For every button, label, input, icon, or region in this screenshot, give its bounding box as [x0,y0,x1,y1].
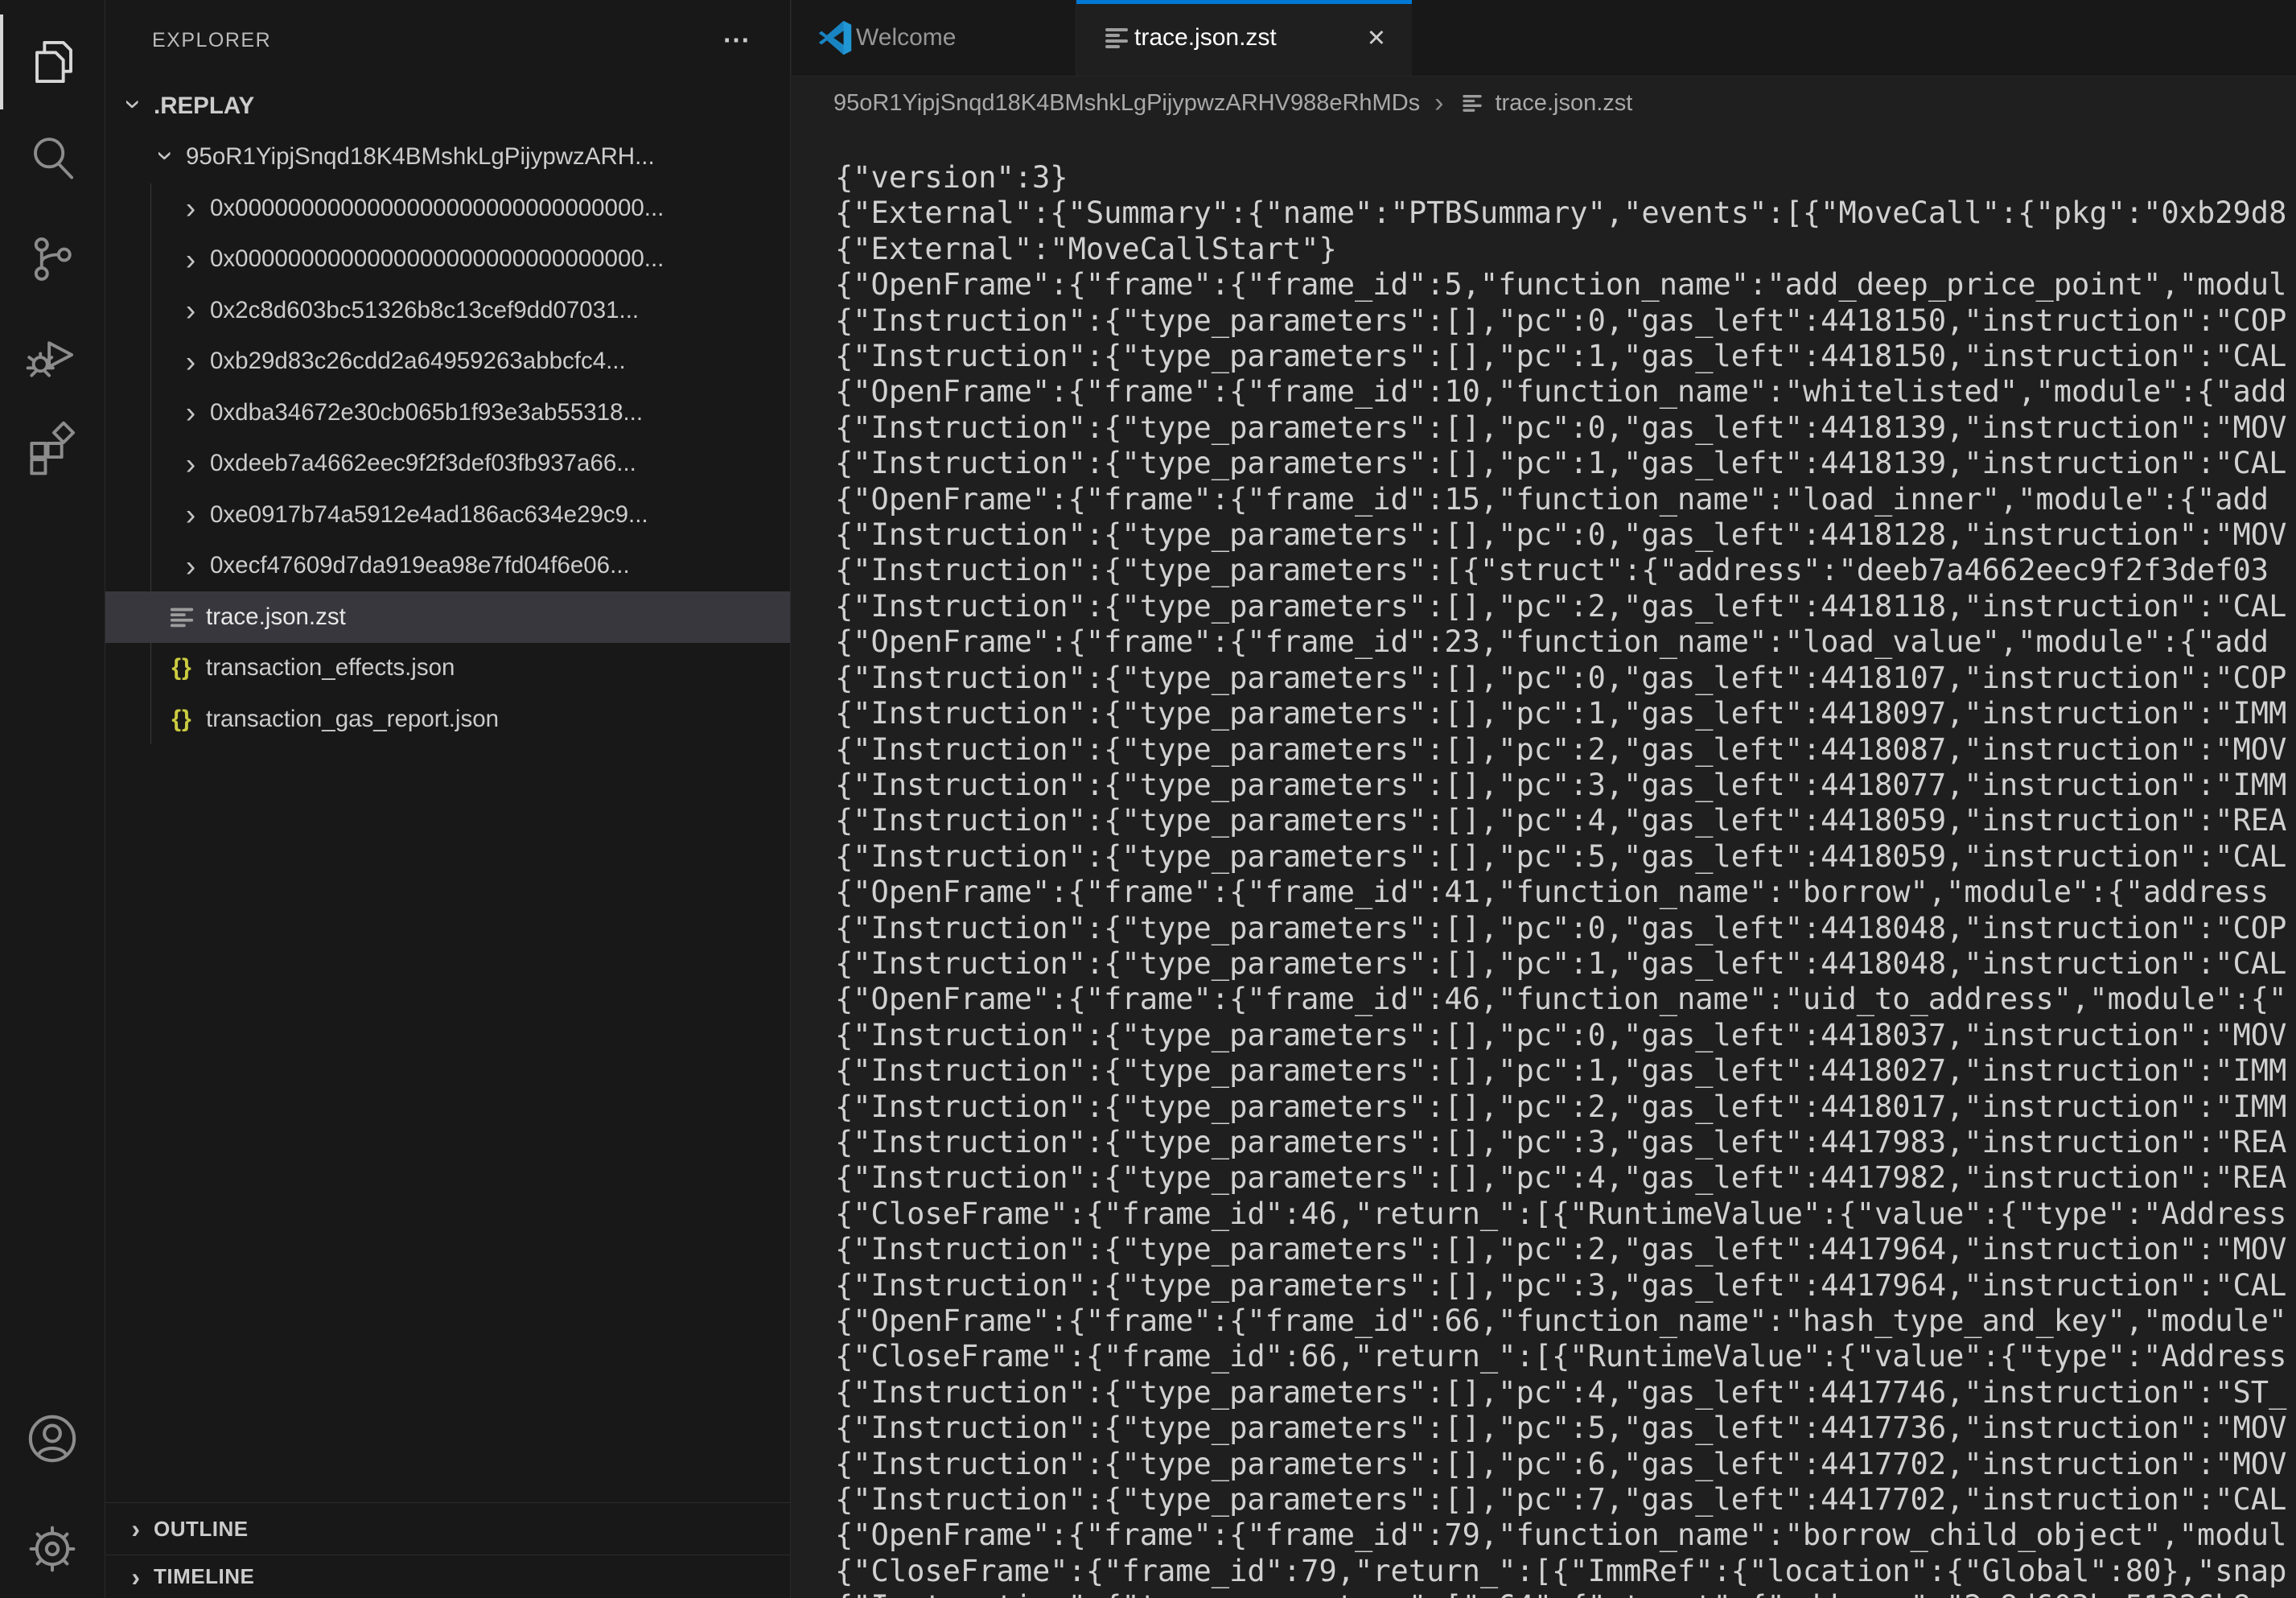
tree-folder--replay[interactable]: ›.REPLAY [105,80,790,132]
tree-item-label: trace.json.zst [206,603,346,631]
chevron-right-icon: › [181,551,200,581]
tree-file-transaction-gas-report-json[interactable]: {} transaction_gas_report.json [105,694,790,745]
chevron-right-icon: › [181,397,200,427]
tree-folder-0xecf47609d7da919ea98e7fd04f6e06-[interactable]: › 0xecf47609d7da919ea98e7fd04f6e06... [105,541,790,592]
code-text: {"version":3} {"External":{"Summary":{"n… [792,130,2296,1598]
editor-content[interactable]: {"version":3} {"External":{"Summary":{"n… [792,130,2296,1598]
explorer-title: EXPLORER [152,29,271,52]
sidebar-panels: › OUTLINE › TIMELINE [105,1502,790,1598]
sidebar-explorer: EXPLORER ⋯ ›.REPLAY›95oR1YipjSnqd18K4BMs… [105,0,791,1598]
tree-folder-0xe0917b74a5912e4ad186ac634e29c9-[interactable]: › 0xe0917b74a5912e4ad186ac634e29c9... [105,489,790,541]
chevron-down-icon: › [120,95,150,114]
chevron-right-icon: › [181,347,200,377]
file-lines-icon [1458,91,1487,115]
activity-bar [0,0,105,1598]
tree-item-label: 0x2c8d603bc51326b8c13cef9dd07031... [210,297,639,324]
chevron-right-icon: › [181,295,200,325]
tab-bar: Welcome trace.json.zst ✕ [792,0,2296,76]
breadcrumb: 95oR1YipjSnqd18K4BMshkLgPijypwzARHV988eR… [792,76,2296,130]
tree-item-label: .REPLAY [154,93,254,120]
vscode-logo-icon [817,20,853,56]
tab-label: trace.json.zst [1134,24,1277,51]
chevron-right-icon: › [126,1564,146,1590]
file-lines-icon [1102,23,1131,52]
tree-folder-0x2c8d603bc51326b8c13cef9dd07031-[interactable]: › 0x2c8d603bc51326b8c13cef9dd07031... [105,285,790,336]
tree-folder-0xb29d83c26cdd2a64959263abbcfc4-[interactable]: › 0xb29d83c26cdd2a64959263abbcfc4... [105,336,790,388]
file-lines-icon [167,603,196,631]
tree-item-label: 95oR1YipjSnqd18K4BMshkLgPijypwzARH... [186,143,655,171]
editor-group: Welcome trace.json.zst ✕ 95oR1YipjSnqd18… [792,0,2296,1598]
tree-item-label: transaction_effects.json [206,654,455,682]
tree-folder-95or1yipjsnqd18k4bmshklgpijypwzarh-[interactable]: ›95oR1YipjSnqd18K4BMshkLgPijypwzARH... [105,132,790,183]
tree-folder-0x0000000000000000000000000000000-[interactable]: › 0x0000000000000000000000000000000... [105,234,790,286]
tree-folder-0xdeeb7a4662eec9f2f3def03fb937a66-[interactable]: › 0xdeeb7a4662eec9f2f3def03fb937a66... [105,439,790,490]
timeline-label: TIMELINE [154,1564,254,1589]
settings-gear-icon[interactable] [0,1501,105,1596]
outline-section-header[interactable]: › OUTLINE [105,1502,790,1555]
chevron-right-icon: › [181,500,200,529]
tree-item-label: 0xe0917b74a5912e4ad186ac634e29c9... [210,501,648,529]
tree-item-label: 0xecf47609d7da919ea98e7fd04f6e06... [210,552,630,579]
chevron-right-icon: › [181,449,200,479]
tab-welcome[interactable]: Welcome [792,0,1076,76]
file-tree: ›.REPLAY›95oR1YipjSnqd18K4BMshkLgPijypwz… [105,80,790,745]
tree-folder-0xdba34672e30cb065b1f93e3ab55318-[interactable]: › 0xdba34672e30cb065b1f93e3ab55318... [105,387,790,439]
run-and-debug-icon[interactable] [0,307,105,402]
more-actions-icon[interactable]: ⋯ [722,24,751,56]
tree-item-label: 0x0000000000000000000000000000000... [210,245,664,273]
tree-item-label: transaction_gas_report.json [206,706,499,733]
chevron-right-icon: › [181,193,200,223]
extensions-icon[interactable] [0,402,105,496]
explorer-header: EXPLORER ⋯ [105,0,790,80]
breadcrumb-separator-icon: › [1434,88,1443,119]
tab-label: Welcome [856,24,956,51]
tab-trace-json-zst[interactable]: trace.json.zst ✕ [1076,0,1412,76]
tree-file-trace-json-zst[interactable]: trace.json.zst [105,591,790,643]
close-icon[interactable]: ✕ [1367,24,1386,52]
json-file-icon: {} [167,706,196,733]
tree-item-label: 0x0000000000000000000000000000000... [210,195,664,222]
tree-item-label: 0xdba34672e30cb065b1f93e3ab55318... [210,399,643,426]
chevron-right-icon: › [181,245,200,274]
source-control-icon[interactable] [0,212,105,307]
json-file-icon: {} [167,654,196,682]
breadcrumb-folder[interactable]: 95oR1YipjSnqd18K4BMshkLgPijypwzARHV988eR… [833,90,1420,117]
chevron-down-icon: › [152,146,182,165]
outline-label: OUTLINE [154,1517,249,1542]
chevron-right-icon: › [126,1516,146,1542]
tree-folder-0x0000000000000000000000000000000-[interactable]: › 0x0000000000000000000000000000000... [105,183,790,234]
tree-item-label: 0xb29d83c26cdd2a64959263abbcfc4... [210,348,626,375]
tree-file-transaction-effects-json[interactable]: {} transaction_effects.json [105,643,790,694]
explorer-icon[interactable] [0,14,105,109]
accounts-icon[interactable] [0,1391,105,1486]
breadcrumb-file[interactable]: trace.json.zst [1495,90,1632,117]
tree-item-label: 0xdeeb7a4662eec9f2f3def03fb937a66... [210,450,636,477]
search-icon[interactable] [0,112,105,207]
timeline-section-header[interactable]: › TIMELINE [105,1555,790,1598]
